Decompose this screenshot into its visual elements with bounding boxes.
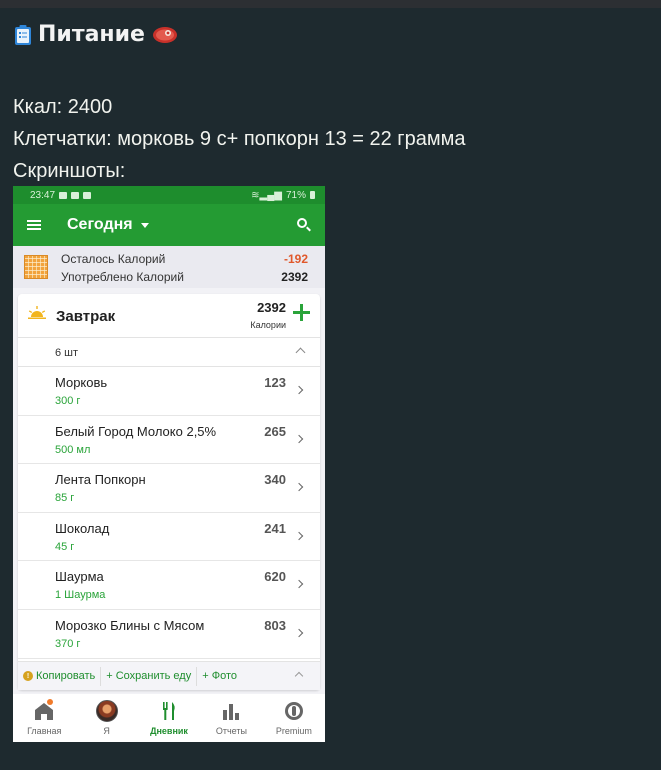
avatar xyxy=(95,700,118,722)
bottom-navigation: Главная Я Дневник Отчеты Premium xyxy=(13,694,325,742)
nav-me[interactable]: Я xyxy=(75,694,137,742)
meal-actions-bar: ! Копировать + Сохранить еду + Фото xyxy=(18,661,320,690)
search-icon[interactable] xyxy=(297,218,311,232)
note-title: Питание xyxy=(14,22,179,47)
add-photo-label: + Фото xyxy=(202,670,237,682)
nav-reports-label: Отчеты xyxy=(215,726,247,736)
folder-icon xyxy=(71,191,80,199)
window-top-bar xyxy=(0,0,661,8)
consumed-label: Употреблено Калорий xyxy=(61,270,184,284)
note-line-kcal: Ккал: 2400 xyxy=(13,96,113,118)
food-quantity: 500 мл xyxy=(55,443,91,456)
cutlery-icon xyxy=(163,702,175,720)
premium-icon xyxy=(284,702,303,720)
note-line-fiber: Клетчатки: морковь 9 с+ попкорн 13 = 22 … xyxy=(13,128,466,150)
meal-card: Завтрак 2392 Калории 6 шт Морковь 300 г 12… xyxy=(18,294,320,690)
meal-name: Завтрак xyxy=(56,308,116,325)
nav-reports[interactable]: Отчеты xyxy=(200,694,262,742)
app-bar: Сегодня xyxy=(13,204,325,246)
food-item-row[interactable]: Морковь 300 г 123 xyxy=(18,367,320,416)
nav-home[interactable]: Главная xyxy=(13,694,75,742)
chevron-right-icon[interactable] xyxy=(294,531,304,541)
chevron-right-icon[interactable] xyxy=(294,434,304,443)
food-kcal: 803 xyxy=(264,617,286,633)
chevron-right-icon[interactable] xyxy=(294,628,304,638)
food-name: Белый Город Молоко 2,5% xyxy=(55,423,217,439)
meal-kcal: 2392 xyxy=(257,300,286,315)
chevron-right-icon[interactable] xyxy=(294,385,304,395)
nav-diary[interactable]: Дневник xyxy=(138,694,200,742)
add-photo-button[interactable]: + Фото xyxy=(197,667,242,686)
calorie-summary[interactable]: Осталось Калорий -192 Употреблено Калори… xyxy=(13,246,325,288)
status-time: 23:47 xyxy=(30,189,56,201)
remaining-value: -192 xyxy=(283,252,308,266)
note-title-text: Питание xyxy=(38,22,145,47)
item-count-row[interactable]: 6 шт xyxy=(18,338,320,367)
food-quantity: 370 г xyxy=(55,637,81,650)
add-food-button[interactable] xyxy=(293,304,310,321)
menu-icon[interactable] xyxy=(27,220,41,230)
food-kcal: 340 xyxy=(264,472,286,488)
nav-diary-label: Дневник xyxy=(150,726,188,736)
chevron-right-icon[interactable] xyxy=(294,580,304,589)
meal-kcal-label: Калории xyxy=(250,320,286,330)
status-bar: 23:47 ≋▂▄▆ 71% xyxy=(13,186,325,204)
clipboard-icon xyxy=(15,24,31,45)
food-kcal: 241 xyxy=(264,520,286,536)
collapse-chevron-icon[interactable] xyxy=(295,347,306,358)
collapse-chevron-icon[interactable] xyxy=(294,671,304,681)
sunrise-icon xyxy=(28,306,46,319)
food-item-row[interactable]: Шаурма 1 Шаурма 620 xyxy=(18,561,320,610)
battery-level: 71% xyxy=(285,189,306,201)
consumed-value: 2392 xyxy=(281,270,308,284)
food-kcal: 265 xyxy=(264,423,286,439)
food-quantity: 85 г xyxy=(55,492,75,505)
nav-home-label: Главная xyxy=(27,726,62,736)
coin-icon: ! xyxy=(23,671,33,681)
message-icon xyxy=(59,191,68,199)
food-item-row[interactable]: Лента Попкорн 85 г 340 xyxy=(18,464,320,513)
food-item-row[interactable]: Белый Город Молоко 2,5% 500 мл 265 xyxy=(18,416,320,465)
nav-premium-label: Premium xyxy=(275,726,312,736)
bar-chart-icon xyxy=(223,704,240,720)
food-name: Морозко Блины с Мясом xyxy=(55,617,205,633)
food-name: Шаурма xyxy=(55,569,104,585)
nav-me-label: Я xyxy=(103,726,110,736)
meat-icon xyxy=(152,26,177,43)
food-item-row[interactable]: Шоколад 45 г 241 xyxy=(18,513,320,562)
item-count: 6 шт xyxy=(55,347,79,359)
battery-icon xyxy=(310,191,315,199)
nav-premium[interactable]: Premium xyxy=(263,694,325,742)
dropdown-caret-icon[interactable] xyxy=(140,222,149,228)
gallery-icon xyxy=(83,191,92,199)
remaining-label: Осталось Калорий xyxy=(61,252,166,266)
chevron-right-icon[interactable] xyxy=(294,482,304,492)
food-kcal: 123 xyxy=(264,375,286,390)
food-quantity: 1 Шаурма xyxy=(55,589,106,602)
food-name: Лента Попкорн xyxy=(55,472,146,488)
food-kcal: 620 xyxy=(264,569,286,585)
copy-button[interactable]: ! Копировать xyxy=(18,666,102,686)
note-line-screenshots: Скриншоты: xyxy=(13,160,126,182)
meal-header[interactable]: Завтрак 2392 Калории xyxy=(18,294,320,338)
food-quantity: 45 г xyxy=(55,540,75,553)
food-item-row[interactable]: Морозко Блины с Мясом 370 г 803 xyxy=(18,610,320,659)
calorie-grid-icon xyxy=(24,255,48,279)
app-screenshot: 23:47 ≋▂▄▆ 71% Сегодня Осталось Калорий … xyxy=(13,186,325,742)
food-name: Шоколад xyxy=(55,520,110,536)
save-food-label: + Сохранить еду xyxy=(106,670,192,682)
food-quantity: 300 г xyxy=(55,395,81,407)
signal-icon: ≋▂▄▆ xyxy=(251,189,282,201)
food-name: Морковь xyxy=(55,375,108,390)
copy-label: Копировать xyxy=(36,670,96,682)
date-selector[interactable]: Сегодня xyxy=(67,216,133,234)
save-food-button[interactable]: + Сохранить еду xyxy=(101,666,198,686)
